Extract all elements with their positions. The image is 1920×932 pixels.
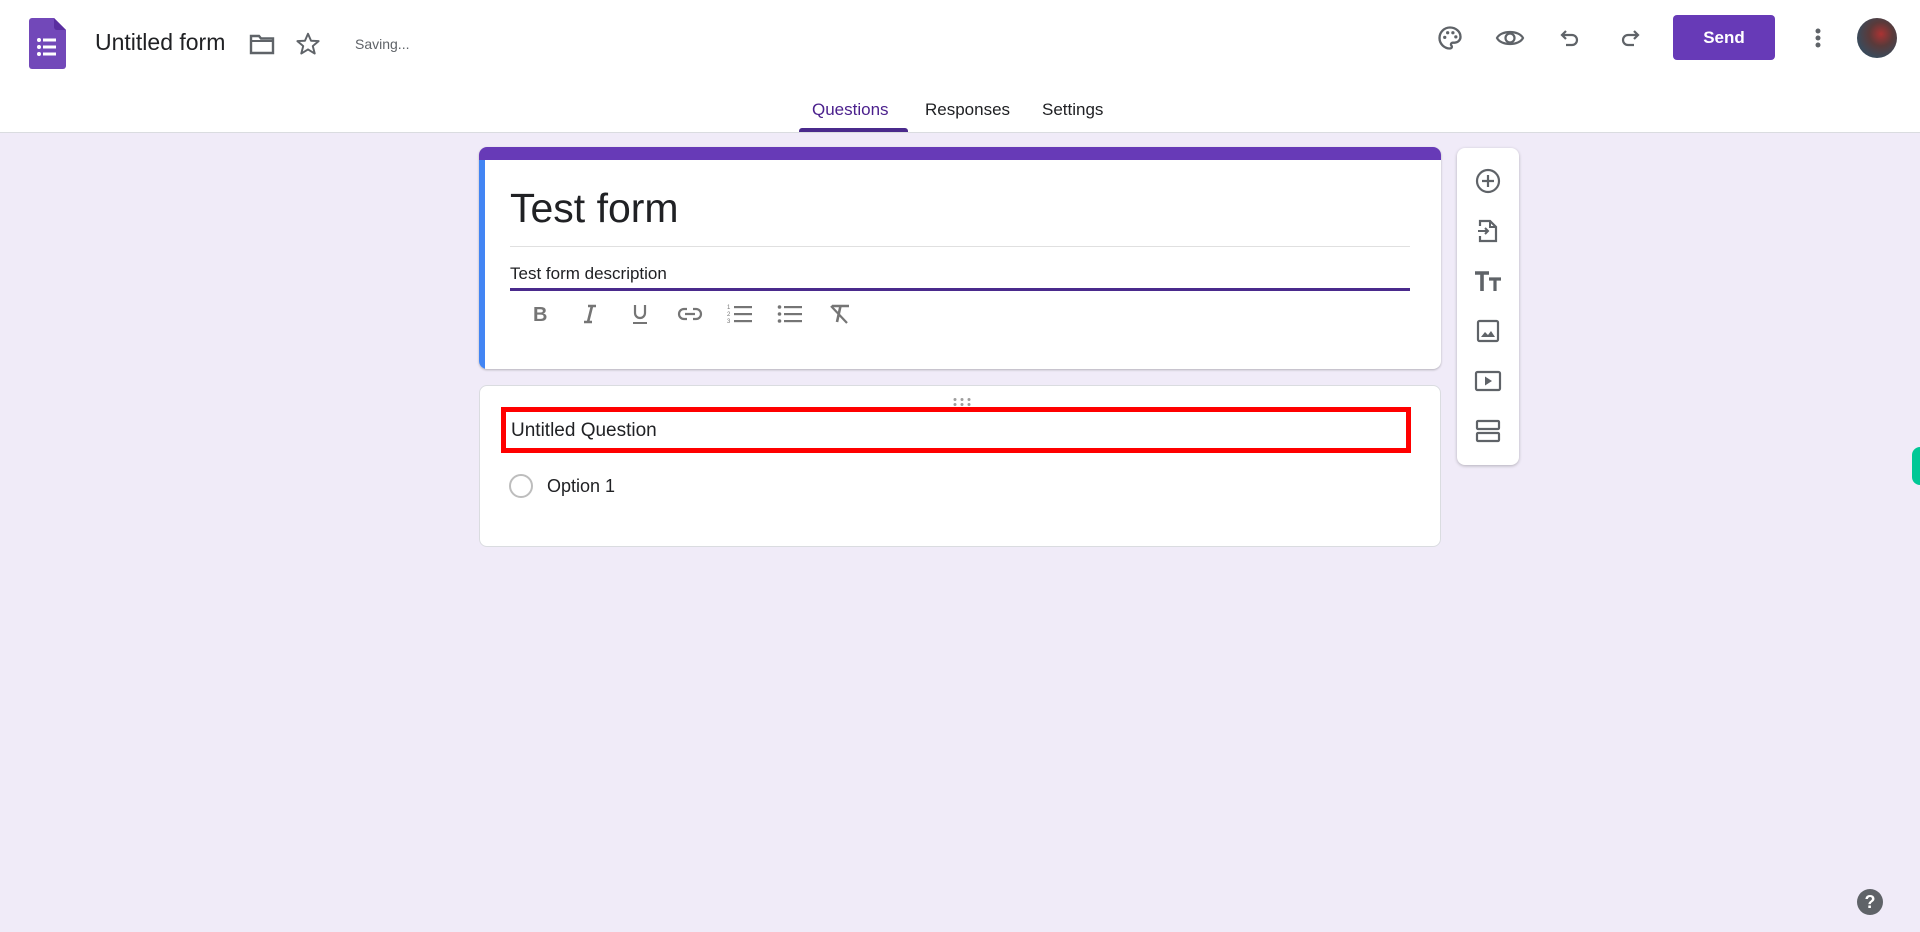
divider (510, 246, 1410, 247)
section-icon[interactable] (1468, 411, 1508, 451)
radio-button[interactable] (509, 474, 533, 498)
save-status: Saving... (355, 36, 410, 52)
folder-icon[interactable] (248, 30, 276, 58)
send-button[interactable]: Send (1673, 15, 1775, 60)
svg-text:B: B (533, 304, 547, 324)
import-icon[interactable] (1468, 211, 1508, 251)
bulleted-list-icon[interactable] (765, 299, 815, 329)
palette-icon[interactable] (1434, 22, 1466, 54)
text-title-icon[interactable] (1468, 261, 1508, 301)
bold-icon[interactable]: B (515, 299, 565, 329)
focus-indicator (479, 160, 485, 369)
question-title-field[interactable]: Untitled Question (501, 407, 1411, 453)
option-item: Option 1 (509, 474, 615, 498)
form-header-card[interactable]: Test form Test form description B 123 (479, 147, 1441, 369)
help-icon[interactable]: ? (1857, 889, 1883, 915)
svg-text:3: 3 (727, 319, 731, 325)
app-header: Untitled form Saving... Send Questions R… (0, 0, 1920, 133)
format-toolbar: B 123 (515, 299, 865, 329)
image-icon[interactable] (1468, 311, 1508, 351)
drag-handle-icon[interactable] (951, 394, 973, 406)
form-title-input[interactable]: Test form (510, 185, 679, 232)
video-icon[interactable] (1468, 361, 1508, 401)
svg-text:1: 1 (727, 305, 731, 311)
svg-text:2: 2 (727, 312, 731, 318)
form-name[interactable]: Untitled form (95, 29, 225, 56)
tab-bar: Questions Responses Settings (0, 96, 1920, 133)
numbered-list-icon[interactable]: 123 (715, 299, 765, 329)
eye-icon[interactable] (1494, 22, 1526, 54)
more-vert-icon[interactable] (1802, 22, 1834, 54)
user-avatar[interactable] (1857, 18, 1897, 58)
active-tab-indicator (799, 128, 908, 132)
italic-icon[interactable] (565, 299, 615, 329)
undo-icon[interactable] (1554, 22, 1586, 54)
option-label[interactable]: Option 1 (547, 476, 615, 497)
tab-settings[interactable]: Settings (1042, 100, 1103, 120)
star-icon[interactable] (294, 30, 322, 58)
add-circle-icon[interactable] (1468, 161, 1508, 201)
clear-formatting-icon[interactable] (815, 299, 865, 329)
redo-icon[interactable] (1614, 22, 1646, 54)
tab-questions[interactable]: Questions (812, 100, 889, 120)
link-icon[interactable] (665, 299, 715, 329)
tab-responses[interactable]: Responses (925, 100, 1010, 120)
question-title[interactable]: Untitled Question (511, 420, 657, 442)
side-panel-tab[interactable] (1912, 447, 1920, 485)
floating-toolbar (1457, 148, 1519, 465)
underline-icon[interactable] (615, 299, 665, 329)
accent-bar (479, 147, 1441, 160)
form-description-input[interactable]: Test form description (510, 264, 667, 284)
input-underline (510, 288, 1410, 291)
google-forms-logo-icon[interactable] (29, 18, 66, 69)
question-card[interactable]: Untitled Question Option 1 (479, 385, 1441, 547)
